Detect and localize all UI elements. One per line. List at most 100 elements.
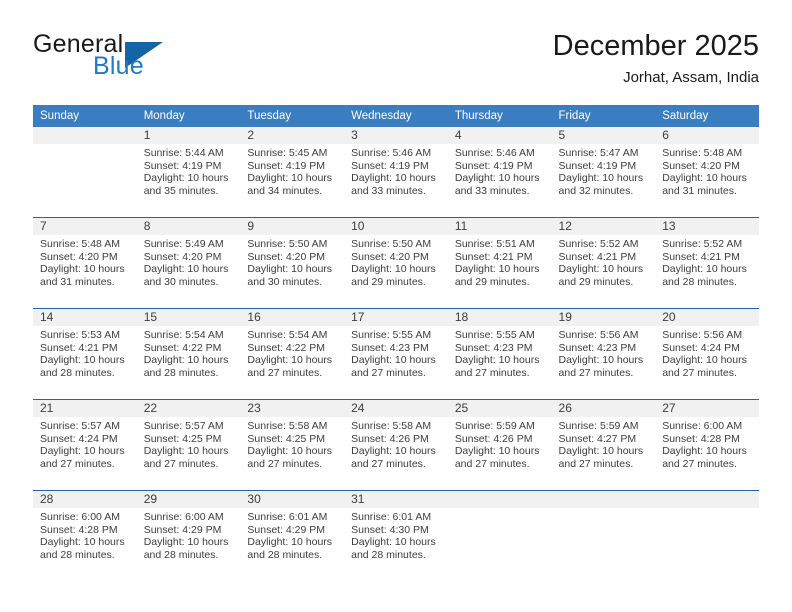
- daylight-text-line2: and 28 minutes.: [351, 548, 426, 561]
- day-number: 31: [344, 491, 448, 508]
- calendar-day-cell[interactable]: 19 Sunrise: 5:56 AM Sunset: 4:23 PM Dayligh…: [551, 308, 656, 400]
- sunset-text: Sunset: 4:19 PM: [351, 159, 429, 172]
- calendar-day-cell[interactable]: 16 Sunrise: 5:54 AM Sunset: 4:22 PM Dayligh…: [240, 308, 345, 400]
- calendar-day-cell[interactable]: 7 Sunrise: 5:48 AM Sunset: 4:20 PM Daylight…: [33, 217, 137, 309]
- day-number: 20: [655, 309, 759, 326]
- calendar-day-cell[interactable]: 25 Sunrise: 5:59 AM Sunset: 4:26 PM Dayligh…: [447, 399, 552, 491]
- calendar-day-cell[interactable]: 31 Sunrise: 6:01 AM Sunset: 4:30 PM Dayligh…: [344, 490, 448, 581]
- sunset-text: Sunset: 4:24 PM: [662, 341, 740, 354]
- day-details: Sunrise: 6:00 AM Sunset: 4:28 PM Daylight:…: [33, 508, 137, 561]
- calendar-day-cell[interactable]: 10 Sunrise: 5:50 AM Sunset: 4:20 PM Dayligh…: [344, 217, 448, 309]
- day-number: 2: [240, 127, 345, 144]
- daylight-text-line2: and 28 minutes.: [40, 548, 115, 561]
- calendar-day-cell[interactable]: 14 Sunrise: 5:53 AM Sunset: 4:21 PM Dayligh…: [33, 308, 137, 400]
- day-details: Sunrise: 5:54 AM Sunset: 4:22 PM Daylight:…: [137, 326, 241, 379]
- day-details: Sunrise: 5:53 AM Sunset: 4:21 PM Daylight:…: [33, 326, 137, 379]
- daylight-text-line2: and 27 minutes.: [40, 457, 115, 470]
- calendar-day-cell[interactable]: 21 Sunrise: 5:57 AM Sunset: 4:24 PM Dayligh…: [33, 399, 137, 491]
- calendar-day-cell[interactable]: 27 Sunrise: 6:00 AM Sunset: 4:28 PM Dayligh…: [655, 399, 759, 491]
- page-title: December 2025: [552, 30, 759, 62]
- day-details: Sunrise: 5:56 AM Sunset: 4:23 PM Daylight:…: [552, 326, 656, 379]
- daylight-text-line1: Daylight: 10 hours: [351, 172, 436, 185]
- sunrise-text: Sunrise: 5:54 AM: [247, 329, 328, 341]
- daylight-text-line2: and 29 minutes.: [558, 275, 634, 288]
- daylight-text-line1: Daylight: 10 hours: [454, 354, 540, 367]
- general-blue-logo[interactable]: General Blue: [33, 28, 253, 84]
- day-cell-inner: 6 Sunrise: 5:48 AM Sunset: 4:20 PM Daylight…: [655, 127, 759, 217]
- sunset-text: Sunset: 4:21 PM: [454, 250, 533, 263]
- calendar-day-cell[interactable]: 18 Sunrise: 5:55 AM Sunset: 4:23 PM Dayligh…: [447, 308, 552, 400]
- day-cell-inner: 7 Sunrise: 5:48 AM Sunset: 4:20 PM Daylight…: [33, 218, 137, 308]
- daylight-text-line2: and 27 minutes.: [454, 366, 530, 379]
- sunrise-text: Sunrise: 5:53 AM: [40, 329, 120, 341]
- day-details: Sunrise: 5:50 AM Sunset: 4:20 PM Daylight:…: [344, 235, 448, 288]
- sunrise-text: Sunrise: 5:50 AM: [247, 238, 328, 250]
- daylight-text-line2: and 35 minutes.: [143, 184, 219, 197]
- calendar-day-cell[interactable]: 12 Sunrise: 5:52 AM Sunset: 4:21 PM Dayligh…: [551, 217, 656, 309]
- calendar-day-cell[interactable]: 17 Sunrise: 5:55 AM Sunset: 4:23 PM Dayligh…: [344, 308, 448, 400]
- day-number: [447, 491, 552, 508]
- daylight-text-line2: and 34 minutes.: [247, 184, 323, 197]
- calendar-day-cell[interactable]: 13 Sunrise: 5:52 AM Sunset: 4:21 PM Dayligh…: [655, 217, 759, 309]
- calendar-day-cell[interactable]: 1 Sunrise: 5:44 AM Sunset: 4:19 PM Daylight…: [136, 127, 241, 218]
- calendar-day-cell[interactable]: 2 Sunrise: 5:45 AM Sunset: 4:19 PM Daylight…: [240, 127, 345, 218]
- sunrise-text: Sunrise: 5:58 AM: [351, 420, 432, 432]
- day-details: Sunrise: 5:59 AM Sunset: 4:27 PM Daylight:…: [552, 417, 656, 470]
- sunrise-text: Sunrise: 5:51 AM: [454, 238, 535, 250]
- day-cell-inner: 22 Sunrise: 5:57 AM Sunset: 4:25 PM Dayligh…: [136, 400, 241, 490]
- location-subtitle: Jorhat, Assam, India: [623, 69, 759, 86]
- day-number: 8: [136, 218, 241, 235]
- calendar-day-cell[interactable]: 20 Sunrise: 5:56 AM Sunset: 4:24 PM Dayligh…: [655, 308, 759, 400]
- daylight-text-line1: Daylight: 10 hours: [662, 172, 747, 185]
- sunset-text: Sunset: 4:22 PM: [143, 341, 222, 354]
- day-details: Sunrise: 5:55 AM Sunset: 4:23 PM Daylight:…: [344, 326, 448, 379]
- day-number: 13: [655, 218, 759, 235]
- sunset-text: Sunset: 4:23 PM: [454, 341, 533, 354]
- day-cell-inner: 10 Sunrise: 5:50 AM Sunset: 4:20 PM Dayligh…: [344, 218, 448, 308]
- calendar-day-cell[interactable]: 11 Sunrise: 5:51 AM Sunset: 4:21 PM Dayligh…: [447, 217, 552, 309]
- day-number: [551, 491, 656, 508]
- day-details: Sunrise: 6:00 AM Sunset: 4:29 PM Daylight:…: [137, 508, 241, 561]
- daylight-text-line2: and 27 minutes.: [558, 457, 634, 470]
- calendar-day-cell[interactable]: 28 Sunrise: 6:00 AM Sunset: 4:28 PM Dayligh…: [33, 490, 137, 581]
- calendar-day-cell[interactable]: 8 Sunrise: 5:49 AM Sunset: 4:20 PM Daylight…: [136, 217, 241, 309]
- calendar-day-cell[interactable]: 15 Sunrise: 5:54 AM Sunset: 4:22 PM Dayligh…: [136, 308, 241, 400]
- calendar-day-cell[interactable]: 24 Sunrise: 5:58 AM Sunset: 4:26 PM Dayligh…: [344, 399, 448, 491]
- sunset-text: Sunset: 4:25 PM: [247, 432, 326, 445]
- sunset-text: Sunset: 4:20 PM: [351, 250, 429, 263]
- calendar-day-cell[interactable]: 5 Sunrise: 5:47 AM Sunset: 4:19 PM Daylight…: [551, 127, 656, 218]
- daylight-text-line2: and 30 minutes.: [247, 275, 323, 288]
- daylight-text-line2: and 27 minutes.: [558, 366, 634, 379]
- daylight-text-line1: Daylight: 10 hours: [143, 445, 229, 458]
- calendar-day-cell[interactable]: 23 Sunrise: 5:58 AM Sunset: 4:25 PM Dayligh…: [240, 399, 345, 491]
- sunset-text: Sunset: 4:19 PM: [454, 159, 533, 172]
- calendar-day-cell[interactable]: 4 Sunrise: 5:46 AM Sunset: 4:19 PM Daylight…: [447, 127, 552, 218]
- daylight-text-line2: and 33 minutes.: [454, 184, 530, 197]
- day-number: 19: [551, 309, 656, 326]
- sunrise-text: Sunrise: 5:47 AM: [558, 147, 639, 159]
- calendar-day-cell[interactable]: 30 Sunrise: 6:01 AM Sunset: 4:29 PM Dayligh…: [240, 490, 345, 581]
- day-number: [655, 491, 759, 508]
- calendar-day-cell[interactable]: 9 Sunrise: 5:50 AM Sunset: 4:20 PM Daylight…: [240, 217, 345, 309]
- day-cell-inner: 30 Sunrise: 6:01 AM Sunset: 4:29 PM Dayligh…: [240, 491, 345, 581]
- calendar-table: Sunday Monday Tuesday Wednesday Thursday…: [33, 105, 759, 581]
- daylight-text-line1: Daylight: 10 hours: [247, 536, 333, 549]
- calendar-page: General Blue December 2025 Jorhat, Assam…: [0, 0, 792, 612]
- calendar-day-cell[interactable]: 26 Sunrise: 5:59 AM Sunset: 4:27 PM Dayligh…: [551, 399, 656, 491]
- calendar-day-cell[interactable]: 6 Sunrise: 5:48 AM Sunset: 4:20 PM Daylight…: [655, 127, 759, 218]
- weekday-header-sunday: Sunday: [33, 105, 137, 127]
- sunrise-text: Sunrise: 6:01 AM: [351, 511, 432, 523]
- day-number: 10: [344, 218, 448, 235]
- day-cell-inner: 13 Sunrise: 5:52 AM Sunset: 4:21 PM Dayligh…: [655, 218, 759, 308]
- day-details: Sunrise: 5:44 AM Sunset: 4:19 PM Daylight:…: [137, 144, 241, 197]
- day-cell-inner: 28 Sunrise: 6:00 AM Sunset: 4:28 PM Dayligh…: [33, 491, 137, 581]
- day-cell-inner: 21 Sunrise: 5:57 AM Sunset: 4:24 PM Dayligh…: [33, 400, 137, 490]
- calendar-day-cell[interactable]: 29 Sunrise: 6:00 AM Sunset: 4:29 PM Dayligh…: [136, 490, 241, 581]
- title-block: December 2025 Jorhat, Assam, India: [553, 28, 759, 89]
- sunset-text: Sunset: 4:20 PM: [662, 159, 740, 172]
- calendar-day-cell[interactable]: 22 Sunrise: 5:57 AM Sunset: 4:25 PM Dayligh…: [136, 399, 241, 491]
- calendar-week-row: 14 Sunrise: 5:53 AM Sunset: 4:21 PM Dayligh…: [33, 308, 759, 400]
- daylight-text-line2: and 32 minutes.: [558, 184, 634, 197]
- calendar-day-cell[interactable]: 3 Sunrise: 5:46 AM Sunset: 4:19 PM Daylight…: [344, 127, 448, 218]
- day-details: Sunrise: 5:59 AM Sunset: 4:26 PM Daylight:…: [448, 417, 552, 470]
